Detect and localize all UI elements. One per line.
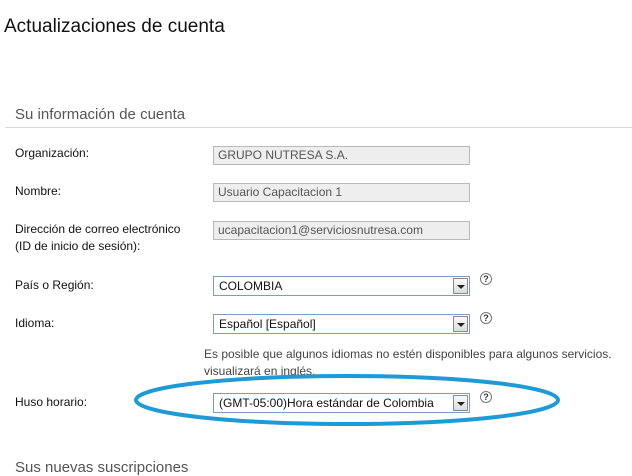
section-title-account-info: Su información de cuenta bbox=[15, 106, 186, 123]
chevron-down-icon[interactable] bbox=[453, 316, 468, 332]
timezone-selected-value: (GMT-05:00)Hora estándar de Colombia bbox=[219, 396, 434, 410]
country-selected-value: COLOMBIA bbox=[219, 279, 283, 293]
language-availability-note: Es posible que algunos idiomas no estén … bbox=[204, 346, 632, 380]
organization-label: Organización: bbox=[15, 146, 90, 160]
country-select[interactable]: COLOMBIA bbox=[213, 276, 470, 296]
name-field: Usuario Capacitacion 1 bbox=[213, 183, 470, 202]
name-label: Nombre: bbox=[15, 184, 62, 198]
section-divider bbox=[5, 127, 632, 128]
email-label-line1: Dirección de correo electrónico bbox=[15, 222, 181, 236]
organization-field: GRUPO NUTRESA S.A. bbox=[213, 146, 470, 165]
timezone-select[interactable]: (GMT-05:00)Hora estándar de Colombia bbox=[213, 393, 470, 413]
chevron-down-icon[interactable] bbox=[453, 395, 468, 411]
country-label: País o Región: bbox=[15, 278, 94, 292]
page-title: Actualizaciones de cuenta bbox=[4, 16, 225, 37]
help-icon[interactable]: ? bbox=[480, 391, 492, 403]
email-label-line2: (ID de inicio de sesión): bbox=[15, 239, 141, 253]
language-selected-value: Español [Español] bbox=[219, 317, 316, 331]
language-label: Idioma: bbox=[15, 316, 55, 330]
email-field: ucapacitacion1@serviciosnutresa.com bbox=[213, 221, 470, 240]
timezone-label: Huso horario: bbox=[15, 395, 88, 409]
email-label: Dirección de correo electrónico (ID de i… bbox=[15, 221, 180, 255]
language-note-line2: visualizará en inglés. bbox=[204, 364, 316, 378]
help-icon[interactable]: ? bbox=[480, 273, 492, 285]
help-icon[interactable]: ? bbox=[480, 312, 492, 324]
language-note-line1: Es posible que algunos idiomas no estén … bbox=[204, 347, 612, 361]
section-title-subscriptions: Sus nuevas suscripciones bbox=[15, 459, 189, 476]
language-select[interactable]: Español [Español] bbox=[213, 314, 470, 334]
chevron-down-icon[interactable] bbox=[453, 278, 468, 294]
